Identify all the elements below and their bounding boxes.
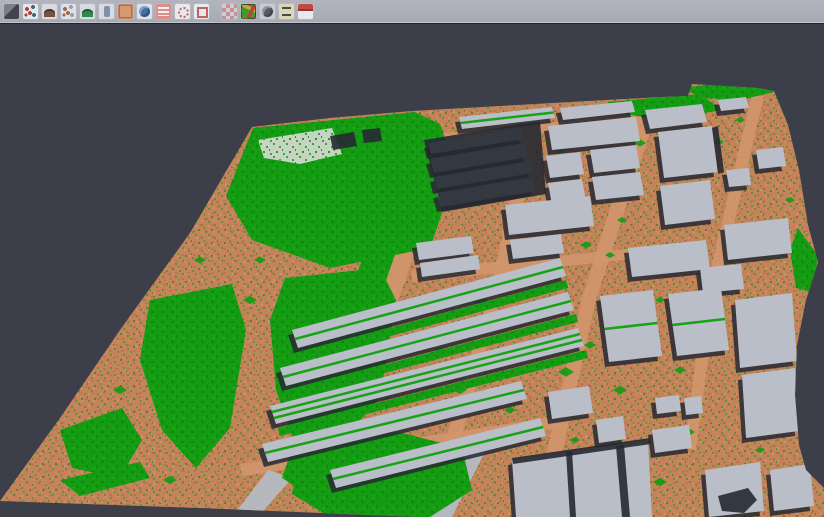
flag-icon-glyph [298,4,313,11]
sparse-points-icon[interactable] [60,3,77,20]
red-ring-icon[interactable] [174,3,191,20]
point-cloud-scene [0,24,824,517]
orange-square-icon[interactable] [117,3,134,20]
dark-sphere-icon[interactable] [259,3,276,20]
red-list-icon [156,4,171,19]
dark-sphere-icon-glyph [262,6,273,17]
sparse-points-icon [61,4,76,19]
notes-icon-glyph [282,7,291,9]
classification-map-icon [241,4,256,19]
terrain-hill-icon-glyph [44,9,55,17]
scatter-points-icon [23,4,38,19]
scatter-points-icon[interactable] [22,3,39,20]
cloud-dark-icon [4,4,19,19]
orange-square-icon-glyph [119,5,132,18]
orange-square-icon [118,4,133,19]
column-icon-glyph [104,6,110,17]
globe-icon-glyph [139,6,150,17]
terrain-hill-icon[interactable] [41,3,58,20]
red-ring-icon [175,4,190,19]
red-brackets-icon [194,4,209,19]
cloud-dark-icon[interactable] [3,3,20,20]
red-list-icon-glyph [158,7,169,16]
globe-icon [137,4,152,19]
red-brackets-icon[interactable] [193,3,210,20]
red-brackets-icon-glyph [197,7,208,18]
flag-icon [298,4,313,19]
globe-icon[interactable] [136,3,153,20]
main-toolbar [0,0,824,23]
application-window [0,0,824,517]
column-icon [99,4,114,19]
checker-faded-icon[interactable] [221,3,238,20]
column-icon[interactable] [98,3,115,20]
classification-map-icon[interactable] [240,3,257,20]
notes-icon [279,4,294,19]
flag-icon[interactable] [297,3,314,20]
green-hill-icon-glyph [82,9,93,17]
red-list-icon[interactable] [155,3,172,20]
3d-viewport[interactable] [0,24,824,517]
checker-faded-icon [222,4,237,19]
terrain-hill-icon [42,4,57,19]
green-hill-icon[interactable] [79,3,96,20]
red-ring-icon-glyph [178,7,189,18]
notes-icon[interactable] [278,3,295,20]
green-hill-icon [80,4,95,19]
dark-sphere-icon [260,4,275,19]
